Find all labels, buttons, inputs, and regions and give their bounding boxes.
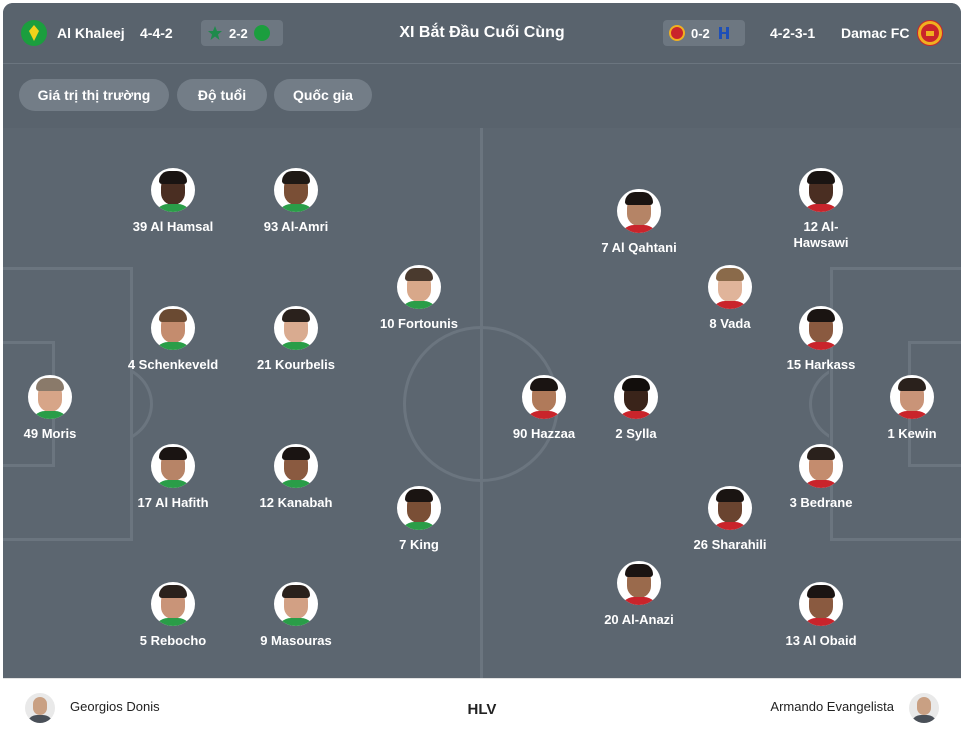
player-name: 7 King	[399, 537, 439, 552]
player-photo-icon	[799, 444, 843, 488]
home-player[interactable]: 93 Al-Amri	[231, 168, 361, 235]
home-player[interactable]: 4 Schenkeveld	[108, 306, 238, 373]
player-photo-icon	[151, 306, 195, 350]
away-coach-photo-icon[interactable]	[909, 693, 939, 723]
player-photo-icon	[522, 375, 566, 419]
player-photo-icon	[274, 168, 318, 212]
player-photo-icon	[617, 189, 661, 233]
filter-nationality[interactable]: Quốc gia	[274, 79, 372, 111]
player-photo-icon	[397, 265, 441, 309]
player-name: 12 Al- Hawsawi	[793, 219, 849, 250]
home-player[interactable]: 5 Rebocho	[108, 582, 238, 649]
lineup-card: Al Khaleej 4-4-2 2-2 XI Bắt Đầu Cuối Cùn…	[3, 3, 961, 737]
away-last-score: 0-2	[691, 25, 710, 41]
away-player[interactable]: 26 Sharahili	[665, 486, 795, 553]
away-player[interactable]: 13 Al Obaid	[756, 582, 886, 649]
player-name: 5 Rebocho	[139, 633, 207, 648]
player-photo-icon	[151, 582, 195, 626]
pitch: 39 Al Hamsal 93 Al-Amri 10 Fortounis 4 S…	[3, 128, 961, 678]
player-name: 93 Al-Amri	[263, 219, 329, 234]
away-player[interactable]: 12 Al- Hawsawi	[756, 168, 886, 251]
away-player[interactable]: 7 Al Qahtani	[574, 189, 704, 256]
player-photo-icon	[708, 265, 752, 309]
filter-age[interactable]: Độ tuổi	[177, 79, 267, 111]
player-photo-icon	[799, 306, 843, 350]
player-name: 15 Harkass	[786, 357, 856, 372]
away-formation: 4-2-3-1	[770, 25, 816, 41]
player-photo-icon	[397, 486, 441, 530]
damac-mini-icon	[669, 25, 685, 41]
player-name: 9 Masouras	[260, 633, 332, 648]
coach-footer: Georgios Donis HLV Armando Evangelista	[3, 678, 961, 737]
away-team-name[interactable]: Damac FC	[841, 3, 909, 63]
player-photo-icon	[151, 168, 195, 212]
away-player[interactable]: 15 Harkass	[756, 306, 886, 373]
away-player[interactable]: 2 Sylla	[571, 375, 701, 442]
home-player[interactable]: 17 Al Hafith	[108, 444, 238, 511]
player-name: 12 Kanabah	[259, 495, 333, 510]
player-photo-icon	[28, 375, 72, 419]
player-photo-icon	[799, 582, 843, 626]
player-photo-icon	[151, 444, 195, 488]
home-player[interactable]: 49 Moris	[3, 375, 115, 442]
player-photo-icon	[274, 444, 318, 488]
player-photo-icon	[890, 375, 934, 419]
player-name: 20 Al-Anazi	[604, 612, 674, 627]
player-name: 26 Sharahili	[693, 537, 767, 552]
home-player[interactable]: 7 King	[354, 486, 484, 553]
player-name: 1 Kewin	[887, 426, 937, 441]
home-player[interactable]: 12 Kanabah	[231, 444, 361, 511]
player-name: 2 Sylla	[615, 426, 657, 441]
away-coach-name[interactable]: Armando Evangelista	[770, 699, 894, 714]
player-photo-icon	[274, 306, 318, 350]
away-player[interactable]: 1 Kewin	[847, 375, 961, 442]
away-last-match[interactable]: 0-2	[663, 20, 745, 46]
player-photo-icon	[708, 486, 752, 530]
home-player[interactable]: 21 Kourbelis	[231, 306, 361, 373]
player-photo-icon	[614, 375, 658, 419]
player-name: 13 Al Obaid	[785, 633, 857, 648]
player-name: 21 Kourbelis	[256, 357, 336, 372]
damac-crest-icon[interactable]	[917, 20, 943, 46]
player-name: 39 Al Hamsal	[132, 219, 214, 234]
player-photo-icon	[274, 582, 318, 626]
player-name: 7 Al Qahtani	[601, 240, 677, 255]
player-name: 17 Al Hafith	[137, 495, 209, 510]
player-photo-icon	[799, 168, 843, 212]
player-photo-icon	[617, 561, 661, 605]
home-player[interactable]: 9 Masouras	[231, 582, 361, 649]
home-player[interactable]: 39 Al Hamsal	[108, 168, 238, 235]
filter-bar: Giá trị thị trường Độ tuổi Quốc gia	[3, 64, 961, 128]
player-name: 4 Schenkeveld	[127, 357, 219, 372]
filter-market-value[interactable]: Giá trị thị trường	[19, 79, 169, 111]
page-title: XI Bắt Đầu Cuối Cùng	[399, 24, 565, 41]
home-player[interactable]: 10 Fortounis	[354, 265, 484, 332]
al-hilal-crest-icon	[718, 27, 729, 39]
player-name: 10 Fortounis	[379, 316, 458, 331]
away-player[interactable]: 20 Al-Anazi	[574, 561, 704, 628]
player-name: 49 Moris	[23, 426, 77, 441]
lineup-header: Al Khaleej 4-4-2 2-2 XI Bắt Đầu Cuối Cùn…	[3, 3, 961, 64]
